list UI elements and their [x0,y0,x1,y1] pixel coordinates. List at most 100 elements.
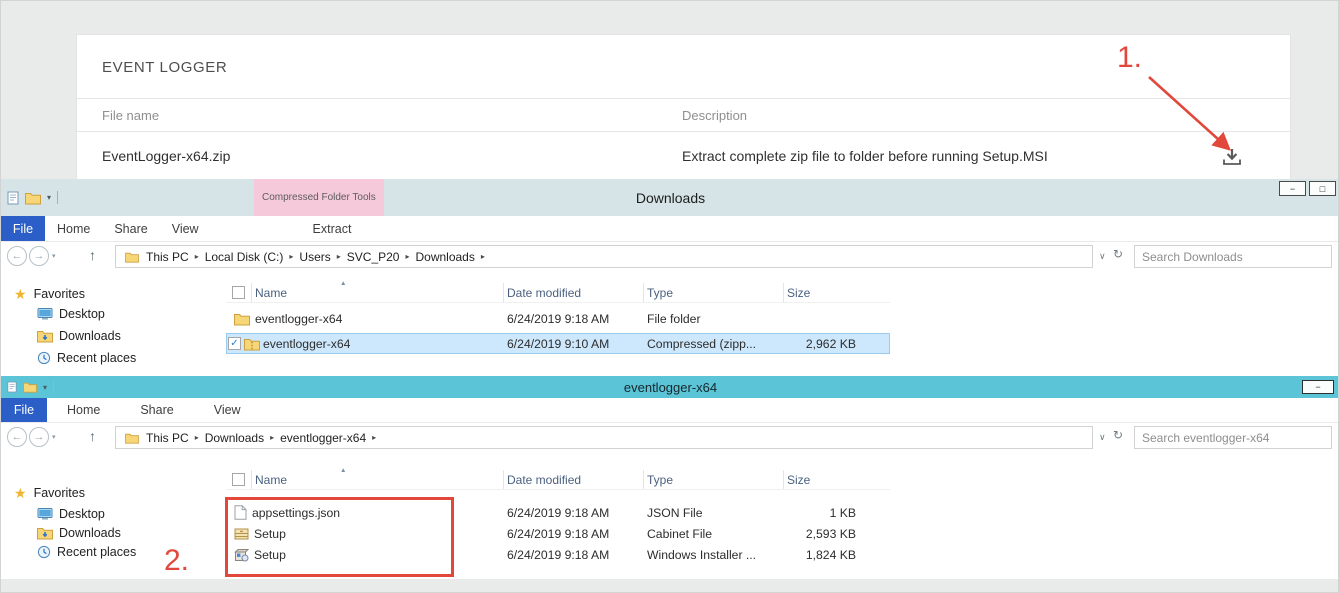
sidebar-favorites[interactable]: ★ Favorites [14,285,85,303]
breadcrumb-arrow-icon[interactable]: ▸ [192,433,202,442]
sidebar-favorites[interactable]: ★ Favorites [14,484,85,502]
select-all-checkbox[interactable] [232,473,245,486]
window2-breadcrumb[interactable]: This PC ▸ Downloads ▸ eventlogger-x64 ▸ [115,426,1093,449]
column-header-type[interactable]: Type [644,283,784,302]
file-row-eventlogger-zip[interactable]: ✓ eventlogger-x64 6/24/2019 9:10 AM Comp… [226,333,890,354]
file-row-eventlogger-folder[interactable]: eventlogger-x64 6/24/2019 9:18 AM File f… [226,308,890,329]
column-header-size[interactable]: Size [784,283,890,302]
downloads-folder-icon [37,526,53,540]
downloads-folder-icon [37,329,53,343]
tab-view[interactable]: View [194,398,261,422]
sidebar-item-desktop[interactable]: Desktop [37,305,105,323]
back-arrow-icon: ← [12,250,23,262]
forward-button[interactable]: → [29,246,49,266]
up-button[interactable]: ↑ [89,428,96,444]
window1-address-bar: ← → ▾ ↑ This PC ▸ Local Disk (C:) ▸ User… [1,242,1339,272]
qat-dropdown-icon[interactable]: ▾ [43,383,47,392]
breadcrumb-this-pc[interactable]: This PC [143,250,192,264]
breadcrumb-downloads[interactable]: Downloads [202,431,267,445]
address-folder-icon [125,432,139,444]
breadcrumb-arrow-icon[interactable]: ▸ [369,433,379,442]
breadcrumb-arrow-icon[interactable]: ▸ [334,252,344,261]
column-header-name[interactable]: ▲ Name [252,283,504,302]
column-header-label: Name [255,473,287,487]
column-header-type[interactable]: Type [644,470,784,489]
column-header-size[interactable]: Size [784,470,890,489]
zip-folder-icon [244,337,260,351]
sidebar-item-recent-places[interactable]: Recent places [37,543,136,561]
file-name-cell: EventLogger-x64.zip [77,148,682,164]
breadcrumb-arrow-icon[interactable]: ▸ [402,252,412,261]
sidebar-item-desktop[interactable]: Desktop [37,505,105,523]
app-icon[interactable] [7,191,19,205]
back-button[interactable]: ← [7,246,27,266]
explorer-window-downloads: ▾ Compressed Folder Tools Downloads − □ … [1,179,1339,376]
file-type: Cabinet File [644,527,784,541]
column-header-name[interactable]: ▲ Name [252,470,504,489]
window1-titlebar[interactable]: ▾ Compressed Folder Tools Downloads − □ [1,179,1339,216]
tab-file[interactable]: File [1,398,47,422]
context-tab-compressed-folder-tools[interactable]: Compressed Folder Tools [254,179,384,216]
tab-share[interactable]: Share [102,216,159,241]
breadcrumb-users[interactable]: Users [296,250,333,264]
minimize-button[interactable]: − [1302,380,1334,394]
sidebar-item-downloads[interactable]: Downloads [37,327,121,345]
search-input[interactable] [1134,245,1332,268]
refresh-icon[interactable]: ↻ [1113,247,1123,261]
sidebar-item-label: Downloads [59,329,121,343]
breadcrumb-arrow-icon[interactable]: ▸ [286,252,296,261]
desktop-icon [37,307,53,321]
row-checkbox[interactable]: ✓ [228,337,241,350]
sidebar-item-label: Desktop [59,307,105,321]
sidebar-item-label: Recent places [57,351,136,365]
select-all-checkbox[interactable] [232,286,245,299]
tab-share[interactable]: Share [120,398,193,422]
back-button[interactable]: ← [7,427,27,447]
sort-ascending-icon: ▲ [340,280,346,287]
sidebar-item-downloads[interactable]: Downloads [37,524,121,542]
maximize-button[interactable]: □ [1309,181,1336,196]
file-size: 1,824 KB [784,548,890,562]
refresh-icon[interactable]: ↻ [1113,428,1123,442]
breadcrumb-eventlogger-x64[interactable]: eventlogger-x64 [277,431,369,445]
sidebar-item-label: Recent places [57,545,136,559]
recent-locations-icon[interactable]: ▾ [52,433,56,441]
breadcrumb-this-pc[interactable]: This PC [143,431,192,445]
file-size: 2,593 KB [784,527,890,541]
window1-breadcrumb[interactable]: This PC ▸ Local Disk (C:) ▸ Users ▸ SVC_… [115,245,1093,268]
breadcrumb-downloads[interactable]: Downloads [412,250,477,264]
file-name: eventlogger-x64 [263,337,350,351]
column-header-file-name: File name [77,108,682,123]
file-type: JSON File [644,506,784,520]
folder-properties-icon[interactable] [23,381,37,393]
search-input[interactable] [1134,426,1332,449]
breadcrumb-svc-p20[interactable]: SVC_P20 [344,250,403,264]
breadcrumb-arrow-icon[interactable]: ▸ [192,252,202,261]
breadcrumb-arrow-icon[interactable]: ▸ [267,433,277,442]
app-icon[interactable] [7,381,17,393]
tab-home[interactable]: Home [45,216,102,241]
window2-controls: − [1302,380,1334,394]
recent-locations-icon[interactable]: ▾ [52,252,56,260]
breadcrumb-arrow-icon[interactable]: ▸ [478,252,488,261]
qat-dropdown-icon[interactable]: ▾ [47,193,51,202]
tab-view[interactable]: View [160,216,211,241]
window2-main: ★ Favorites Desktop Downloads Recent pla… [1,454,1339,579]
tab-home[interactable]: Home [47,398,120,422]
address-dropdown-icon[interactable]: ∨ [1099,432,1106,443]
minimize-button[interactable]: − [1279,181,1306,196]
up-button[interactable]: ↑ [89,247,96,263]
file-size: 1 KB [784,506,890,520]
breadcrumb-local-disk[interactable]: Local Disk (C:) [202,250,287,264]
forward-button[interactable]: → [29,427,49,447]
tab-file[interactable]: File [1,216,45,241]
window2-title: eventlogger-x64 [1,376,1339,398]
column-header-date-modified[interactable]: Date modified [504,470,644,489]
window2-titlebar[interactable]: ▾ eventlogger-x64 − [1,376,1339,398]
address-dropdown-icon[interactable]: ∨ [1099,251,1106,262]
tab-extract[interactable]: Extract [303,216,361,241]
sidebar-item-recent-places[interactable]: Recent places [37,349,136,367]
column-header-date-modified[interactable]: Date modified [504,283,644,302]
file-type: Compressed (zipp... [644,337,784,351]
folder-properties-icon[interactable] [25,191,41,205]
